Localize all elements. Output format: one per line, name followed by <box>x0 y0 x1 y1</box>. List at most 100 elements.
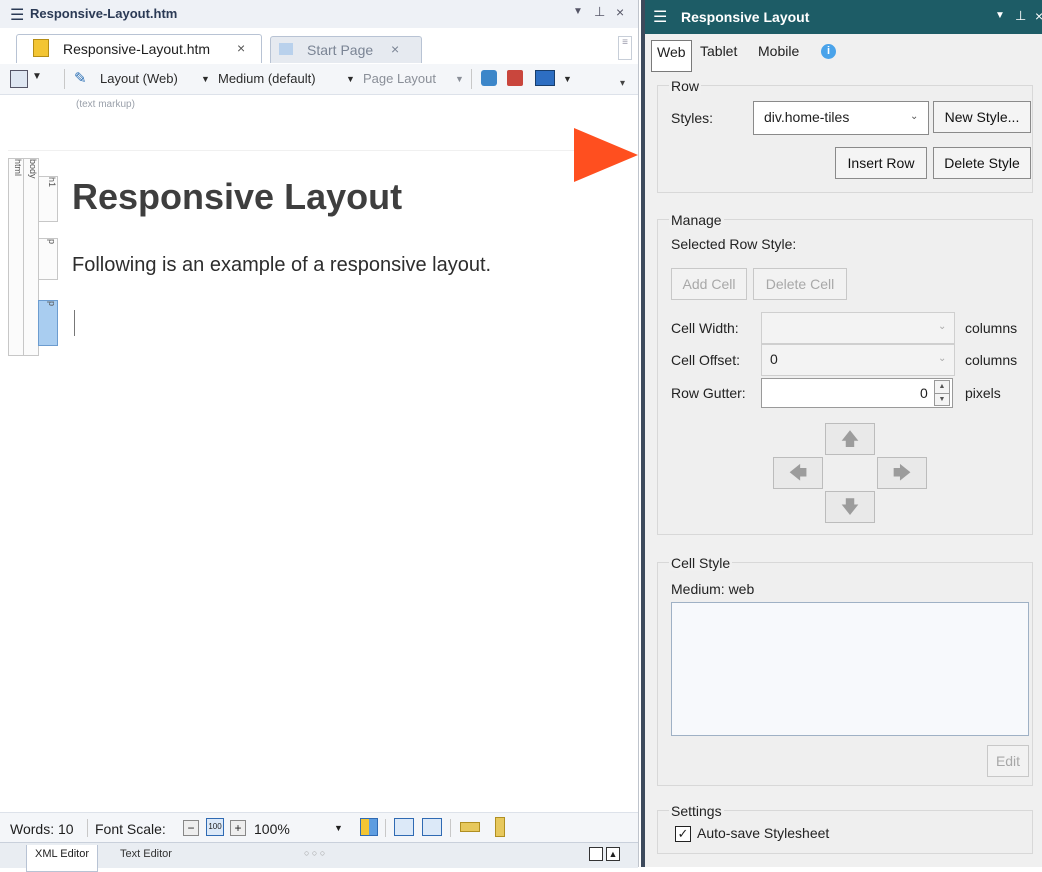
zoom-out-button[interactable]: − <box>183 820 199 836</box>
move-left-button[interactable]: 🡄 <box>773 457 823 489</box>
tab-close-icon[interactable]: × <box>391 41 399 57</box>
dropdown-icon[interactable]: ▼ <box>573 6 583 17</box>
layout-top-icon[interactable] <box>422 818 442 836</box>
dropdown-icon[interactable]: ▼ <box>455 74 464 84</box>
tab-responsive-layout[interactable]: Responsive-Layout.htm × <box>16 34 262 63</box>
menu-icon[interactable]: ☰ <box>653 7 667 27</box>
callout-arrow <box>574 128 638 182</box>
picture-icon[interactable] <box>535 70 555 86</box>
tab-close-icon[interactable]: × <box>237 40 245 56</box>
arrow-up-icon: 🡅 <box>840 429 860 449</box>
add-cell-button[interactable]: Add Cell <box>671 268 747 300</box>
move-up-button[interactable]: 🡅 <box>825 423 875 455</box>
structure-tag-p[interactable]: p <box>38 238 58 280</box>
tab-text-editor[interactable]: Text Editor <box>112 845 180 871</box>
styles-select[interactable]: div.home-tiles ⌄ <box>753 101 929 135</box>
manage-group-label: Manage <box>669 212 724 228</box>
editor-toolbar: ▼ ✎ Layout (Web) ▼ Medium (default) ▼ Pa… <box>0 64 638 95</box>
separator <box>471 69 472 89</box>
tag-label: body <box>28 159 38 179</box>
vertical-ruler-icon[interactable] <box>495 817 505 837</box>
insert-row-button[interactable]: Insert Row <box>835 147 927 179</box>
start-page-icon <box>279 43 293 55</box>
layout-left-icon[interactable] <box>394 818 414 836</box>
tag-label: p <box>47 239 57 245</box>
zoom-value[interactable]: 100% <box>254 821 290 837</box>
layout-dropdown[interactable]: Layout (Web) <box>100 71 178 86</box>
dropdown-icon[interactable]: ▼ <box>32 71 42 82</box>
dropdown-icon[interactable]: ▼ <box>346 74 355 84</box>
page-heading[interactable]: Responsive Layout <box>72 176 402 218</box>
tab-tablet[interactable]: Tablet <box>695 40 742 70</box>
editor-canvas[interactable] <box>8 150 626 801</box>
spinner-up-icon[interactable]: ▲ <box>934 380 950 394</box>
text-cursor-icon <box>74 310 78 336</box>
preview-icon[interactable] <box>10 70 28 88</box>
menu-icon[interactable]: ☰ <box>10 5 24 25</box>
row-gutter-input[interactable]: 0 ▲ ▼ <box>761 378 953 408</box>
close-icon[interactable]: × <box>616 4 624 20</box>
text-markup-hint: (text markup) <box>76 99 135 110</box>
autosave-label[interactable]: Auto-save Stylesheet <box>697 825 829 841</box>
page-layout-dropdown[interactable]: Page Layout <box>363 71 436 86</box>
move-down-button[interactable]: 🡇 <box>825 491 875 523</box>
medium-dropdown[interactable]: Medium (default) <box>218 71 316 86</box>
tab-xml-editor[interactable]: XML Editor <box>26 845 99 872</box>
separator <box>450 819 451 837</box>
pin-icon[interactable]: ⊥ <box>1015 8 1026 24</box>
spinner-down-icon[interactable]: ▼ <box>934 393 950 406</box>
cell-style-group-label: Cell Style <box>669 555 733 571</box>
styles-select-value: div.home-tiles <box>764 109 850 125</box>
word-count: Words: 10 <box>10 821 74 837</box>
cell-style-medium: Medium: web <box>671 581 755 597</box>
cell-offset-label: Cell Offset: <box>671 352 740 368</box>
dropdown-icon[interactable]: ▼ <box>995 10 1005 21</box>
tag-label: p <box>47 301 57 307</box>
grid-icon[interactable] <box>360 818 378 836</box>
ruler-icon[interactable] <box>460 822 480 832</box>
autosave-checkbox[interactable]: ✓ <box>675 826 691 842</box>
status-bar: Words: 10 Font Scale: − 100 + 100% ▼ <box>0 812 638 843</box>
move-right-button[interactable]: 🡆 <box>877 457 927 489</box>
tab-list-icon[interactable]: ≡ <box>618 36 632 60</box>
dropdown-icon[interactable]: ▼ <box>563 74 572 84</box>
editor-mode-tabs: XML Editor Text Editor ○ ○ ○ ▲ <box>0 842 638 872</box>
structure-tag-body[interactable]: body <box>23 158 39 356</box>
delete-cell-button[interactable]: Delete Cell <box>753 268 847 300</box>
structure-tag-h1[interactable]: h1 <box>38 176 58 222</box>
image-icon[interactable] <box>507 70 523 86</box>
cell-width-unit: columns <box>965 320 1018 336</box>
responsive-layout-panel: ☰ Responsive Layout ▼ ⊥ × Web Tablet Mob… <box>641 0 1042 867</box>
collapse-icon[interactable]: ▲ <box>606 847 620 861</box>
tab-web[interactable]: Web <box>651 40 692 72</box>
structure-tag-html[interactable]: html <box>8 158 24 356</box>
chevron-down-icon: ⌄ <box>938 321 947 332</box>
globe-icon[interactable] <box>481 70 497 86</box>
overflow-icon[interactable]: ▾ <box>620 78 625 89</box>
structure-tag-p-selected[interactable]: p <box>38 300 58 346</box>
dropdown-icon[interactable]: ▼ <box>201 74 210 84</box>
tab-start-page[interactable]: Start Page × <box>270 36 422 63</box>
cell-offset-select[interactable]: 0 ⌄ <box>761 344 955 376</box>
delete-style-button[interactable]: Delete Style <box>933 147 1031 179</box>
cell-width-select[interactable]: ⌄ <box>761 312 955 344</box>
page-paragraph[interactable]: Following is an example of a responsive … <box>72 254 491 277</box>
edit-button[interactable]: Edit <box>987 745 1029 777</box>
tab-mobile[interactable]: Mobile <box>753 40 804 70</box>
document-pane: ☰ Responsive-Layout.htm ▼ ⊥ × Responsive… <box>0 0 639 872</box>
cell-width-label: Cell Width: <box>671 320 739 336</box>
new-style-button[interactable]: New Style... <box>933 101 1031 133</box>
panel-title: Responsive Layout <box>681 9 810 25</box>
close-icon[interactable]: × <box>1035 8 1042 24</box>
cell-style-textarea[interactable] <box>671 602 1029 736</box>
document-tabs: Responsive-Layout.htm × Start Page × ≡ <box>0 28 638 65</box>
row-gutter-unit: pixels <box>965 385 1001 401</box>
info-icon[interactable]: i <box>821 44 836 59</box>
row-group-label: Row <box>669 78 702 94</box>
zoom-in-button[interactable]: + <box>230 820 246 836</box>
scroll-dots: ○ ○ ○ <box>304 848 326 858</box>
pin-icon[interactable]: ⊥ <box>594 4 605 20</box>
zoom-reset-button[interactable]: 100 <box>206 818 224 836</box>
dropdown-icon[interactable]: ▼ <box>334 823 343 833</box>
split-view-icon[interactable] <box>589 847 603 861</box>
